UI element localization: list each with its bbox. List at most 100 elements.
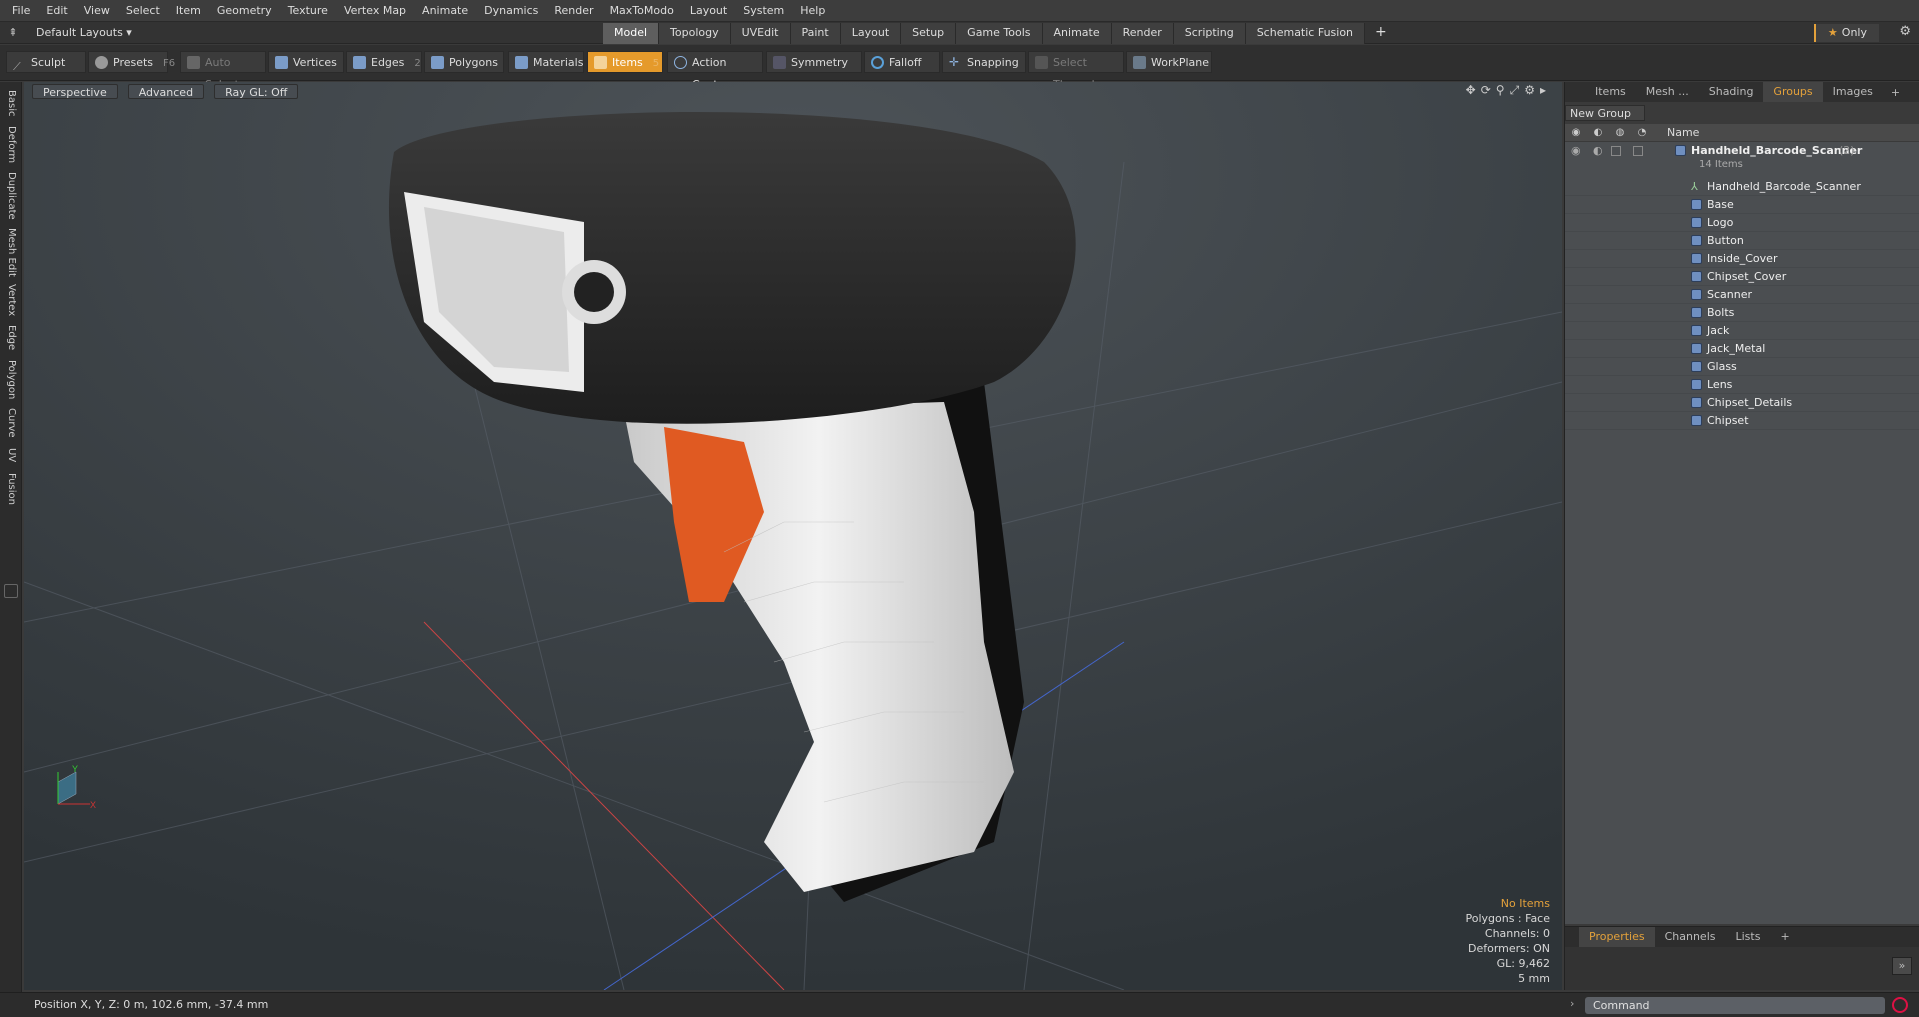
tab-render[interactable]: Render <box>1111 23 1174 44</box>
tree-child-row[interactable]: Lens <box>1565 376 1919 394</box>
action-center-button[interactable]: Action Center <box>667 51 763 91</box>
perspective-dropdown[interactable]: Perspective <box>32 83 118 99</box>
menu-view[interactable]: View <box>76 0 118 22</box>
tab-mesh[interactable]: Mesh ... <box>1636 82 1699 102</box>
menu-help[interactable]: Help <box>792 0 833 22</box>
expand-arrow-icon[interactable]: » <box>1892 957 1912 975</box>
materials-button[interactable]: Materials <box>508 51 584 73</box>
tab-curve[interactable]: Curve <box>0 406 22 440</box>
tab-layout[interactable]: Layout <box>840 23 902 44</box>
viewport-expand-icon[interactable]: ▸ <box>1540 83 1546 98</box>
menu-animate[interactable]: Animate <box>414 0 476 22</box>
command-stop-icon[interactable] <box>1892 997 1908 1013</box>
tree-child-row[interactable]: Glass <box>1565 358 1919 376</box>
layout-up-icon[interactable]: ⇞ <box>0 26 26 39</box>
zoom-icon[interactable]: ⚲ <box>1496 83 1505 98</box>
tab-properties[interactable]: Properties <box>1579 927 1655 947</box>
visibility-col-icon[interactable]: ◉ <box>1565 127 1587 138</box>
tab-shading[interactable]: Shading <box>1699 82 1764 102</box>
new-group-button[interactable]: New Group <box>1565 105 1645 121</box>
tree-child-row[interactable]: ⅄ Handheld_Barcode_Scanner <box>1565 178 1919 196</box>
menu-vertex-map[interactable]: Vertex Map <box>336 0 414 22</box>
menu-select[interactable]: Select <box>118 0 168 22</box>
root-select-box[interactable] <box>1633 146 1643 156</box>
menu-maxtomodo[interactable]: MaxToModo <box>602 0 682 22</box>
tab-images[interactable]: Images <box>1823 82 1883 102</box>
vertices-button[interactable]: Vertices1 <box>268 51 353 73</box>
tree-child-row[interactable]: Chipset_Cover <box>1565 268 1919 286</box>
tree-child-row[interactable]: Bolts <box>1565 304 1919 322</box>
menu-geometry[interactable]: Geometry <box>209 0 280 22</box>
select-col-icon[interactable]: ◔ <box>1631 127 1653 138</box>
workplane-button[interactable]: WorkPlane <box>1126 51 1212 73</box>
items-button[interactable]: Items 5 <box>587 51 663 73</box>
menu-render[interactable]: Render <box>546 0 601 22</box>
tab-animate[interactable]: Animate <box>1042 23 1112 44</box>
symmetry-button[interactable]: Symmetry <box>766 51 862 73</box>
tab-mesh-edit[interactable]: Mesh Edit <box>0 226 22 278</box>
tab-setup[interactable]: Setup <box>901 23 957 44</box>
tab-uv[interactable]: UV <box>0 444 22 466</box>
presets-button[interactable]: Presets F6 <box>88 51 175 73</box>
raygl-dropdown[interactable]: Ray GL: Off <box>214 83 299 99</box>
menu-item[interactable]: Item <box>168 0 209 22</box>
tree-child-row[interactable]: Inside_Cover <box>1565 250 1919 268</box>
tab-groups[interactable]: Groups <box>1763 82 1823 102</box>
only-button[interactable]: ★ Only <box>1813 24 1879 42</box>
polygons-button[interactable]: Polygons <box>424 51 504 73</box>
auto-select-button[interactable]: Auto Select <box>180 51 266 91</box>
menu-edit[interactable]: Edit <box>38 0 75 22</box>
gear-icon[interactable]: ⚙ <box>1899 24 1911 39</box>
tree-child-row[interactable]: Button <box>1565 232 1919 250</box>
layout-selector[interactable]: Default Layouts ▾ <box>26 26 156 39</box>
tab-duplicate[interactable]: Duplicate <box>0 170 22 222</box>
menu-layout[interactable]: Layout <box>682 0 735 22</box>
rotate-icon[interactable]: ⟳ <box>1481 83 1491 98</box>
tab-lists[interactable]: Lists <box>1726 927 1771 947</box>
pan-icon[interactable]: ✥ <box>1466 83 1476 98</box>
tab-basic[interactable]: Basic <box>0 86 22 120</box>
menu-file[interactable]: File <box>4 0 38 22</box>
fit-icon[interactable]: ⤢ <box>1510 83 1520 98</box>
tab-channels[interactable]: Channels <box>1655 927 1726 947</box>
lock-col-icon[interactable]: ◍ <box>1609 127 1631 138</box>
render-col-icon[interactable]: ◐ <box>1587 127 1609 138</box>
add-tab-icon[interactable]: + <box>1365 22 1397 44</box>
viewport-gear-icon[interactable]: ⚙ <box>1524 83 1535 98</box>
tab-model[interactable]: Model <box>603 23 660 44</box>
name-column-header[interactable]: Name <box>1667 126 1699 139</box>
select-through-button[interactable]: Select Through <box>1028 51 1124 91</box>
tree-child-row[interactable]: Scanner <box>1565 286 1919 304</box>
add-properties-tab-icon[interactable]: + <box>1770 927 1799 947</box>
tree-child-row[interactable]: Chipset_Details <box>1565 394 1919 412</box>
tab-paint[interactable]: Paint <box>790 23 841 44</box>
tab-topology[interactable]: Topology <box>659 23 731 44</box>
tab-items[interactable]: Items <box>1585 82 1636 102</box>
tab-scripting[interactable]: Scripting <box>1173 23 1246 44</box>
tab-schematic-fusion[interactable]: Schematic Fusion <box>1245 23 1366 44</box>
snapping-button[interactable]: ✛ Snapping <box>942 51 1026 73</box>
tab-game-tools[interactable]: Game Tools <box>956 23 1043 44</box>
sculpt-button[interactable]: ⟋ Sculpt <box>6 51 86 73</box>
menu-texture[interactable]: Texture <box>280 0 336 22</box>
tab-deform[interactable]: Deform <box>0 124 22 166</box>
tab-uvedit[interactable]: UVEdit <box>730 23 791 44</box>
tree-child-row[interactable]: Chipset <box>1565 412 1919 430</box>
menu-system[interactable]: System <box>735 0 792 22</box>
3d-viewport[interactable]: Perspective Advanced Ray GL: Off ✥ ⟳ ⚲ ⤢… <box>24 82 1562 990</box>
falloff-button[interactable]: Falloff <box>864 51 940 73</box>
tab-polygon[interactable]: Polygon <box>0 358 22 402</box>
collapse-icon[interactable] <box>4 584 18 598</box>
tree-child-row[interactable]: Base <box>1565 196 1919 214</box>
tree-child-row[interactable]: Logo <box>1565 214 1919 232</box>
tab-edge[interactable]: Edge <box>0 322 22 354</box>
edges-button[interactable]: Edges 2 <box>346 51 422 73</box>
tree-child-row[interactable]: Jack <box>1565 322 1919 340</box>
add-panel-tab-icon[interactable]: + <box>1883 86 1908 99</box>
tab-fusion[interactable]: Fusion <box>0 470 22 508</box>
command-input[interactable]: Command <box>1585 997 1885 1014</box>
tab-vertex[interactable]: Vertex <box>0 282 22 318</box>
tree-child-row[interactable]: Jack_Metal <box>1565 340 1919 358</box>
advanced-dropdown[interactable]: Advanced <box>127 83 205 99</box>
root-lock-box[interactable] <box>1611 146 1621 156</box>
